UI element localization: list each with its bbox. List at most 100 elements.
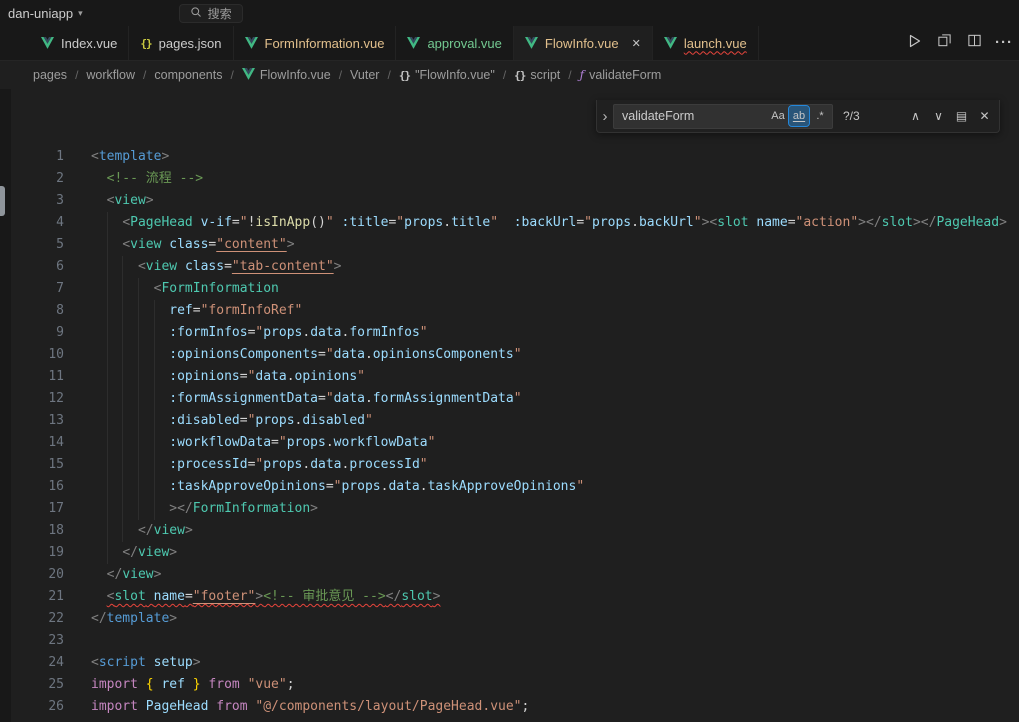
breadcrumb-item[interactable]: Vuter <box>350 68 379 82</box>
tab[interactable]: FlowInfo.vue ✕ <box>514 26 653 60</box>
breadcrumb-item[interactable]: {} script <box>514 68 560 82</box>
open-changes-button[interactable] <box>931 30 957 56</box>
line-content[interactable]: </view> <box>91 564 1019 586</box>
code-line[interactable]: 8 ref="formInfoRef" <box>0 300 1019 322</box>
line-content[interactable]: </view> <box>91 542 1019 564</box>
previous-match-button[interactable]: ∧ <box>905 106 926 127</box>
line-content[interactable]: :opinions="data.opinions" <box>91 366 1019 388</box>
line-number[interactable]: 23 <box>0 630 64 652</box>
breadcrumb-item[interactable]: workflow <box>86 68 135 82</box>
line-number[interactable]: 25 <box>0 674 64 696</box>
line-content[interactable]: <PageHead v-if="!isInApp()" :title="prop… <box>91 212 1019 234</box>
line-number[interactable]: 21 <box>0 586 64 608</box>
line-number[interactable]: 17 <box>0 498 64 520</box>
code-line[interactable]: 19 </view> <box>0 542 1019 564</box>
code-line[interactable]: 12 :formAssignmentData="data.formAssignm… <box>0 388 1019 410</box>
line-content[interactable]: :processId="props.data.processId" <box>91 454 1019 476</box>
code-line[interactable]: 6 <view class="tab-content"> <box>0 256 1019 278</box>
breadcrumb-item[interactable]: ƒ validateForm <box>580 68 662 82</box>
line-number[interactable]: 6 <box>0 256 64 278</box>
breadcrumb-item[interactable]: components <box>154 68 222 82</box>
line-content[interactable]: <view> <box>91 190 1019 212</box>
line-number[interactable]: 7 <box>0 278 64 300</box>
code-line[interactable]: 26 import PageHead from "@/components/la… <box>0 696 1019 718</box>
line-content[interactable]: ref="formInfoRef" <box>91 300 1019 322</box>
code-line[interactable]: 5 <view class="content"> <box>0 234 1019 256</box>
line-content[interactable]: ></FormInformation> <box>91 498 1019 520</box>
find-input[interactable] <box>622 109 767 123</box>
line-content[interactable]: :formInfos="props.data.formInfos" <box>91 322 1019 344</box>
line-content[interactable]: <FormInformation <box>91 278 1019 300</box>
line-content[interactable]: :formAssignmentData="data.formAssignment… <box>91 388 1019 410</box>
line-number[interactable]: 10 <box>0 344 64 366</box>
line-content[interactable]: import PageHead from "@/components/layou… <box>91 696 1019 718</box>
line-content[interactable]: <script setup> <box>91 652 1019 674</box>
code-line[interactable]: 15 :processId="props.data.processId" <box>0 454 1019 476</box>
breadcrumb-item[interactable]: {} "FlowInfo.vue" <box>399 68 495 82</box>
line-content[interactable]: </view> <box>91 520 1019 542</box>
line-content[interactable]: :disabled="props.disabled" <box>91 410 1019 432</box>
line-number[interactable]: 5 <box>0 234 64 256</box>
more-actions-button[interactable]: ··· <box>991 30 1017 56</box>
find-in-selection-button[interactable]: ▤ <box>951 106 972 127</box>
line-content[interactable]: <view class="content"> <box>91 234 1019 256</box>
code-line[interactable]: 20 </view> <box>0 564 1019 586</box>
line-content[interactable]: </template> <box>91 608 1019 630</box>
code-line[interactable]: 22 </template> <box>0 608 1019 630</box>
line-content[interactable]: :workflowData="props.workflowData" <box>91 432 1019 454</box>
search-box[interactable]: 搜索 <box>179 4 243 23</box>
tab[interactable]: {} pages.json <box>129 26 233 60</box>
line-number[interactable]: 13 <box>0 410 64 432</box>
tab[interactable]: approval.vue <box>396 26 513 60</box>
line-content[interactable]: :taskApproveOpinions="props.data.taskApp… <box>91 476 1019 498</box>
run-button[interactable] <box>901 30 927 56</box>
line-number[interactable]: 26 <box>0 696 64 718</box>
next-match-button[interactable]: ∨ <box>928 106 949 127</box>
line-content[interactable]: <!-- 流程 --> <box>91 168 1019 190</box>
whole-word-button[interactable]: ab <box>789 106 809 126</box>
code-line[interactable]: 11 :opinions="data.opinions" <box>0 366 1019 388</box>
tab[interactable]: Index.vue <box>30 26 129 60</box>
line-number[interactable]: 14 <box>0 432 64 454</box>
match-case-button[interactable]: Aa <box>768 106 788 126</box>
line-number[interactable]: 18 <box>0 520 64 542</box>
code-line[interactable]: 1 <template> <box>0 146 1019 168</box>
line-content[interactable] <box>91 630 1019 652</box>
line-number[interactable]: 19 <box>0 542 64 564</box>
code-line[interactable]: 25 import { ref } from "vue"; <box>0 674 1019 696</box>
line-number[interactable]: 22 <box>0 608 64 630</box>
line-content[interactable]: <slot name="footer"><!-- 审批意见 --></slot> <box>91 586 1019 608</box>
line-content[interactable]: :opinionsComponents="data.opinionsCompon… <box>91 344 1019 366</box>
code-line[interactable]: 4 <PageHead v-if="!isInApp()" :title="pr… <box>0 212 1019 234</box>
line-number[interactable]: 15 <box>0 454 64 476</box>
close-button[interactable]: ✕ <box>974 106 995 127</box>
regex-button[interactable]: .* <box>810 106 830 126</box>
code-area[interactable]: 1 <template> 2 <!-- 流程 --> 3 <view> 4 <P… <box>0 89 1019 722</box>
code-line[interactable]: 10 :opinionsComponents="data.opinionsCom… <box>0 344 1019 366</box>
code-line[interactable]: 7 <FormInformation <box>0 278 1019 300</box>
line-content[interactable]: <template> <box>91 146 1019 168</box>
line-number[interactable]: 24 <box>0 652 64 674</box>
line-number[interactable]: 1 <box>0 146 64 168</box>
code-line[interactable]: 3 <view> <box>0 190 1019 212</box>
code-line[interactable]: 21 <slot name="footer"><!-- 审批意见 --></sl… <box>0 586 1019 608</box>
line-number[interactable]: 12 <box>0 388 64 410</box>
line-number[interactable]: 3 <box>0 190 64 212</box>
tab[interactable]: launch.vue <box>653 26 759 60</box>
code-line[interactable]: 14 :workflowData="props.workflowData" <box>0 432 1019 454</box>
line-number[interactable]: 16 <box>0 476 64 498</box>
code-line[interactable]: 24 <script setup> <box>0 652 1019 674</box>
line-content[interactable]: import { ref } from "vue"; <box>91 674 1019 696</box>
code-line[interactable]: 23 <box>0 630 1019 652</box>
breadcrumb-item[interactable]: FlowInfo.vue <box>242 68 331 83</box>
code-line[interactable]: 16 :taskApproveOpinions="props.data.task… <box>0 476 1019 498</box>
breadcrumb-item[interactable]: pages <box>33 68 67 82</box>
line-number[interactable]: 20 <box>0 564 64 586</box>
line-number[interactable]: 2 <box>0 168 64 190</box>
close-icon[interactable]: ✕ <box>632 37 641 50</box>
code-line[interactable]: 17 ></FormInformation> <box>0 498 1019 520</box>
code-line[interactable]: 9 :formInfos="props.data.formInfos" <box>0 322 1019 344</box>
tab[interactable]: FormInformation.vue <box>234 26 397 60</box>
toggle-replace-button[interactable]: › <box>597 100 613 132</box>
workspace-menu[interactable]: dan-uniapp ▾ <box>8 6 83 21</box>
